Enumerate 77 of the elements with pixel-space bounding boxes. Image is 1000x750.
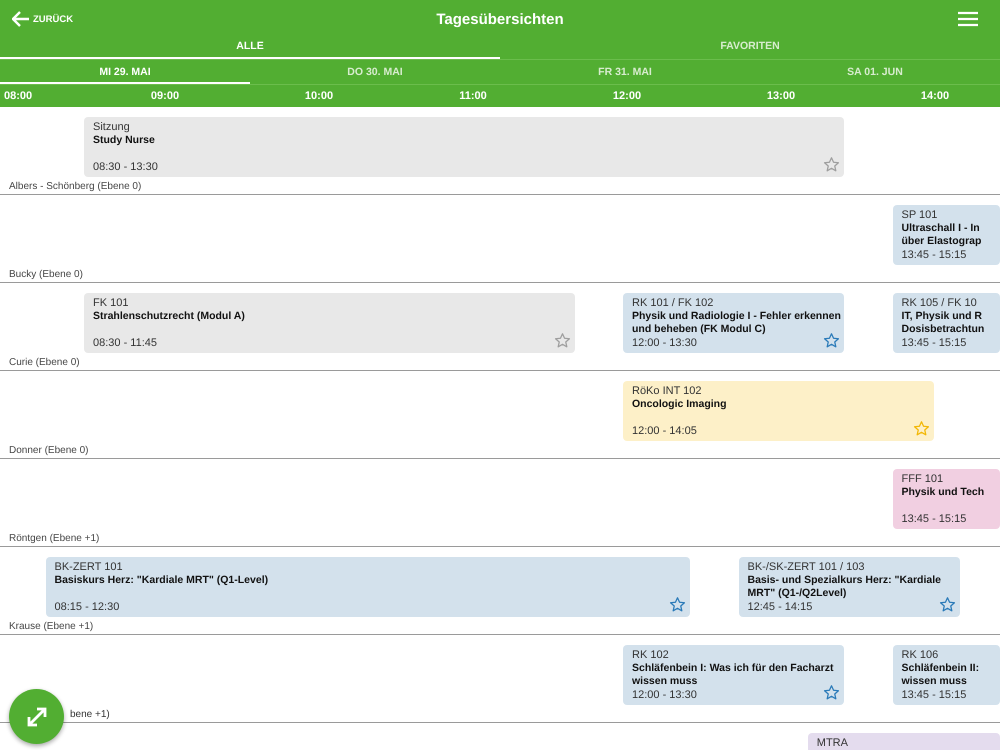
room-label: Röntgen (Ebene +1) (9, 533, 100, 544)
session-card[interactable]: RöKo INT 102 Oncologic Imaging 12:00 - 14:05 (623, 381, 934, 441)
session-time: 12:00 - 14:05 (632, 425, 697, 437)
session-title: Basis- und Spezialkurs Herz: "Kardiale (748, 574, 941, 587)
session-code: RK 106 (902, 649, 940, 662)
session-card[interactable]: BK-/SK-ZERT 101 / 103 Basis- und Spezialkurs Herz: "Kardiale MRT" (Q1-/Q2Level) 12:45 - 14:15 (738, 557, 960, 617)
hour-label: 10:00 (304, 90, 334, 102)
star-icon[interactable] (823, 684, 840, 701)
session-title: Strahlenschutzrecht (Modul A) (93, 310, 245, 323)
session-title: Physik und Radiologie I - Fehler erkennen (632, 310, 841, 323)
room-label: Albers - Schönberg (Ebene 0) (9, 181, 142, 192)
session-code: RK 101 / FK 102 (632, 297, 714, 310)
session-code: FFF 101 (902, 473, 944, 486)
session-title: Basiskurs Herz: "Kardiale MRT" (Q1-Level) (54, 574, 268, 587)
star-icon[interactable] (823, 156, 840, 173)
hour-label: 11:00 (459, 90, 487, 102)
session-card[interactable]: RK 106 Schläfenbein II: wissen muss 13:45 - 15:15 (892, 645, 1000, 705)
session-title: Physik und Tech (902, 486, 984, 499)
session-time: 12:00 - 13:30 (632, 689, 697, 701)
session-code: Sitzung (93, 121, 131, 134)
page-title: Tagesübersichten (436, 10, 564, 28)
session-card[interactable]: FK 101 Strahlenschutzrecht (Modul A) 08:30 - 11:45 (84, 293, 574, 353)
session-time: 13:45 - 15:15 (902, 513, 966, 525)
star-icon[interactable] (669, 596, 686, 613)
room-label: Bucky (Ebene 0) (9, 269, 83, 280)
session-card[interactable]: MTRA (808, 733, 1000, 750)
room-label: Donner (Ebene 0) (9, 445, 88, 456)
hour-label: 14:00 (920, 90, 950, 102)
session-card[interactable]: RK 105 / FK 10 IT, Physik und R Dosisbetrachtun 13:45 - 15:15 (892, 293, 1000, 353)
hour-label: 12:00 (612, 90, 642, 102)
session-title: Study Nurse (93, 134, 155, 147)
star-icon[interactable] (938, 596, 956, 613)
session-time: 08:30 - 11:45 (93, 337, 158, 349)
menu-icon[interactable] (958, 11, 978, 27)
room-label: bene +1) (70, 709, 110, 720)
session-title: Schläfenbein II: (902, 662, 980, 675)
room-label: Curie (Ebene 0) (9, 357, 80, 368)
session-code: RöKo INT 102 (632, 385, 703, 398)
session-time: 08:15 - 12:30 (54, 601, 120, 613)
session-card[interactable]: RK 101 / FK 102 Physik und Radiologie I - Fehler erkennen und beheben (FK Modul C) 12:00 - 13:30 (623, 293, 844, 353)
session-title: MRT" (Q1-/Q2Level) (748, 587, 846, 600)
hour-label: 09:00 (150, 90, 180, 102)
session-title: Dosisbetrachtun (902, 323, 984, 336)
session-title: Schläfenbein I: Was ich für den Facharzt (632, 662, 834, 675)
session-card[interactable]: FFF 101 Physik und Tech 13:45 - 15:15 (892, 469, 1000, 529)
session-time: 13:45 - 15:15 (902, 337, 966, 349)
back-arrow-icon (12, 11, 30, 27)
star-icon[interactable] (554, 332, 570, 349)
session-title: wissen muss (632, 675, 698, 688)
star-icon[interactable] (823, 332, 840, 349)
session-time: 13:45 - 15:15 (902, 249, 966, 261)
expand-button[interactable] (9, 689, 64, 744)
session-code: RK 102 (632, 649, 670, 662)
session-title: über Elastograp (902, 235, 982, 248)
session-card[interactable]: RK 102 Schläfenbein I: Was ich für den Facharzt wissen muss 12:00 - 13:30 (623, 645, 844, 705)
session-title: Oncologic Imaging (632, 398, 727, 411)
session-code: MTRA (816, 737, 849, 750)
session-title: Ultraschall I - In (902, 222, 980, 235)
room-label: Krause (Ebene +1) (9, 621, 94, 632)
star-icon[interactable] (912, 420, 930, 437)
session-time: 12:00 - 13:30 (632, 337, 697, 349)
session-card[interactable]: Sitzung Study Nurse 08:30 - 13:30 (84, 117, 844, 177)
session-code: RK 105 / FK 10 (902, 297, 978, 310)
session-title: und beheben (FK Modul C) (632, 323, 766, 336)
session-code: FK 101 (93, 297, 130, 310)
session-code: BK-ZERT 101 (54, 561, 124, 574)
session-title: IT, Physik und R (902, 310, 982, 323)
session-code: SP 101 (902, 209, 938, 222)
session-time: 12:45 - 14:15 (748, 601, 812, 613)
session-card[interactable]: SP 101 Ultraschall I - In über Elastograp 13:45 - 15:15 (892, 205, 1000, 265)
session-time: 08:30 - 13:30 (93, 161, 158, 173)
session-code: BK-/SK-ZERT 101 / 103 (748, 561, 866, 574)
session-card[interactable]: BK-ZERT 101 Basiskurs Herz: "Kardiale MRT" (Q1-Level) 08:15 - 12:30 (46, 557, 690, 617)
session-title: wissen muss (902, 675, 967, 688)
hour-label: 08:00 (4, 90, 32, 102)
hour-label: 13:00 (766, 90, 796, 102)
session-time: 13:45 - 15:15 (902, 689, 966, 701)
